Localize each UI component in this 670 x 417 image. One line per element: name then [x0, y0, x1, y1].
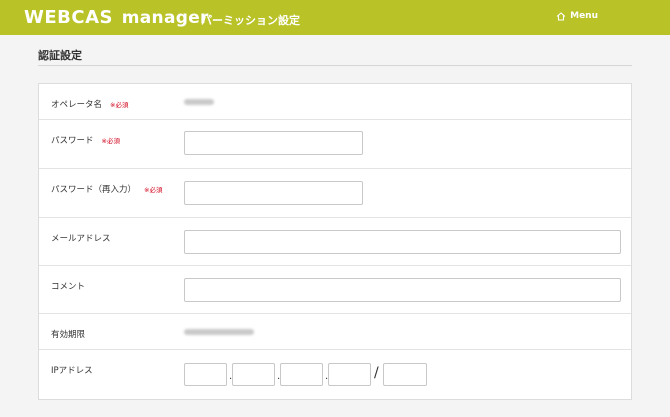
password-input[interactable]	[184, 131, 363, 155]
expiry-row: 有効期限	[39, 314, 631, 350]
ip-octet-1-input[interactable]	[184, 363, 227, 386]
operator-label: オペレータ名 ※必須	[51, 98, 128, 110]
comment-label: コメント	[51, 282, 86, 292]
required-badge: ※必須	[101, 137, 120, 145]
operator-value	[184, 99, 214, 105]
ip-slash: /	[374, 365, 379, 381]
password-confirm-row: パスワード（再入力） ※必須	[39, 169, 631, 218]
home-icon	[556, 11, 566, 21]
comment-input[interactable]	[184, 278, 621, 302]
section-title: 認証設定	[38, 49, 82, 62]
password-label: パスワード ※必須	[51, 134, 120, 146]
app-header: WEBCAS manager パーミッション設定 Menu	[0, 0, 670, 35]
logo-sub-text: manager	[121, 8, 209, 28]
menu-label: Menu	[570, 11, 598, 21]
auth-settings-form: オペレータ名 ※必須 パスワード ※必須 パスワード（再入力） ※必須 メールアドレス…	[38, 83, 632, 400]
email-input[interactable]	[184, 230, 621, 254]
email-row: メールアドレス	[39, 218, 631, 266]
expiry-value	[184, 329, 254, 335]
expiry-label: 有効期限	[51, 330, 86, 340]
required-badge: ※必須	[144, 186, 163, 194]
ip-label: IPアドレス	[51, 366, 93, 376]
operator-row: オペレータ名 ※必須	[39, 84, 631, 120]
password-confirm-input[interactable]	[184, 181, 363, 205]
comment-row: コメント	[39, 266, 631, 314]
logo-text: WEBCAS	[24, 7, 113, 28]
operator-label-text: オペレータ名	[51, 100, 103, 110]
webcas-logo[interactable]: WEBCAS manager	[24, 7, 209, 28]
ip-row: IPアドレス . . . /	[39, 350, 631, 399]
password-confirm-label-text: パスワード（再入力）	[51, 185, 137, 195]
ip-octet-3-input[interactable]	[280, 363, 323, 386]
password-label-text: パスワード	[51, 136, 94, 146]
ip-octet-4-input[interactable]	[328, 363, 371, 386]
section-divider	[38, 65, 632, 66]
password-row: パスワード ※必須	[39, 120, 631, 169]
password-confirm-label: パスワード（再入力） ※必須	[51, 183, 162, 195]
page-title: パーミッション設定	[201, 14, 300, 27]
ip-subnet-input[interactable]	[383, 363, 427, 386]
email-label: メールアドレス	[51, 234, 111, 244]
menu-button[interactable]: Menu	[556, 11, 598, 21]
ip-octet-2-input[interactable]	[232, 363, 275, 386]
required-badge: ※必須	[110, 101, 129, 109]
